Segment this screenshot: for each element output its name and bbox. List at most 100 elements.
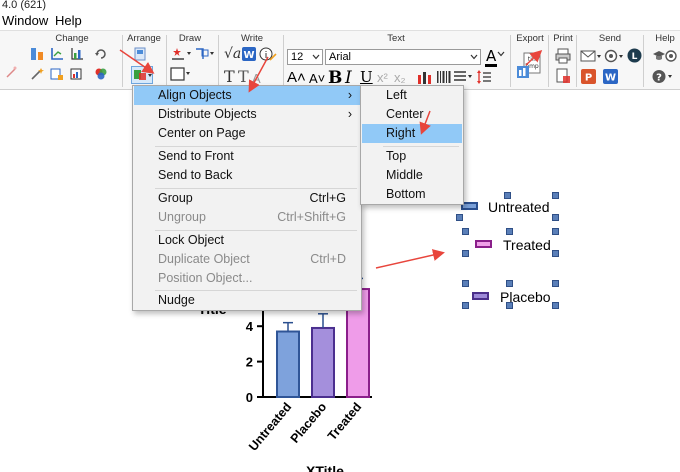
group-separator [283, 35, 284, 87]
line-spacing-icon[interactable] [476, 69, 496, 85]
submenu-arrow-icon: › [347, 107, 352, 121]
menu-item-ungroup[interactable]: Ungroup Ctrl+Shift+G [134, 208, 360, 227]
rotate-icon[interactable] [94, 47, 108, 61]
lab-notebook-icon[interactable]: L [627, 48, 642, 63]
group-label-arrange: Arrange [127, 33, 161, 44]
legend-swatch-treated [475, 240, 492, 248]
menu-item-lock-object[interactable]: Lock Object [134, 231, 360, 250]
chevron-down-icon [470, 54, 478, 60]
selection-handle[interactable] [462, 302, 469, 309]
menu-item-label: Left [386, 88, 407, 102]
text-special-icon[interactable] [417, 69, 435, 85]
selection-handle[interactable] [462, 280, 469, 287]
email-icon[interactable] [580, 49, 602, 63]
selection-handle[interactable] [552, 280, 559, 287]
submenu-item-left[interactable]: Left [362, 86, 462, 105]
font-size-select[interactable]: 12 [287, 49, 323, 65]
menu-window[interactable]: Window [2, 13, 48, 28]
barcode-icon[interactable] [436, 69, 452, 85]
menu-item-distribute-objects[interactable]: Distribute Objects › [134, 105, 360, 124]
menubar: Window Help [0, 12, 680, 30]
shrink-font-icon[interactable]: A˅ [309, 71, 325, 86]
submenu-item-bottom[interactable]: Bottom [362, 185, 462, 204]
group-label-text: Text [387, 33, 405, 44]
selection-handle[interactable] [552, 302, 559, 309]
title-bar: 4.0 (621) [0, 0, 680, 12]
word-icon[interactable]: W [242, 47, 256, 61]
selection-handle[interactable] [504, 192, 511, 199]
align-top-icon[interactable] [133, 47, 147, 61]
print-preview-icon[interactable] [555, 68, 571, 84]
word-export-icon[interactable]: W [603, 69, 618, 84]
submenu-item-right[interactable]: Right [362, 124, 462, 143]
sqrt-a-icon[interactable]: √a [224, 46, 241, 62]
chevron-down-icon[interactable] [497, 51, 505, 57]
menu-item-send-to-front[interactable]: Send to Front [134, 147, 360, 166]
text-rotate-icon[interactable]: T [238, 67, 249, 86]
arrange-objects-icon[interactable] [131, 66, 153, 84]
wand-icon[interactable] [30, 67, 44, 81]
group-label-export: Export [516, 33, 544, 44]
align-text-icon[interactable] [453, 69, 473, 85]
underline-icon[interactable]: U [360, 68, 373, 86]
menu-item-position-object[interactable]: Position Object... [134, 269, 360, 288]
menu-item-nudge[interactable]: Nudge [134, 291, 360, 310]
x-tick-label: Placebo [288, 400, 330, 446]
bar-axis-icon[interactable] [70, 47, 84, 61]
selection-handle[interactable] [456, 214, 463, 221]
submenu-item-middle[interactable]: Middle [362, 166, 462, 185]
export-tiff-icon[interactable]: tiffbmp [516, 51, 544, 81]
text-angle-icon[interactable]: A [252, 71, 261, 86]
selection-handle[interactable] [462, 228, 469, 235]
selection-handle[interactable] [552, 214, 559, 221]
submenu-item-center[interactable]: Center [362, 105, 462, 124]
svg-text:W: W [605, 73, 616, 84]
selection-handle[interactable] [506, 280, 513, 287]
font-family-select[interactable]: Arial [325, 49, 481, 65]
graduation-cap-icon[interactable] [652, 49, 678, 63]
selection-handle[interactable] [506, 228, 513, 235]
legend-swatch-placebo [472, 292, 489, 300]
legend-selection[interactable]: Untreated Treated Placebo [456, 192, 566, 310]
draw-rectangle-icon[interactable] [170, 67, 192, 81]
menu-item-duplicate-object[interactable]: Duplicate Object Ctrl+D [134, 250, 360, 269]
grow-font-icon[interactable]: A˄ [287, 69, 306, 86]
group-label-write: Write [241, 33, 263, 44]
chart-style-icon[interactable] [70, 67, 84, 81]
reorder-icon[interactable] [30, 47, 44, 61]
x-axis-title: XTitle [306, 463, 344, 472]
menu-item-align-objects[interactable]: Align Objects › [134, 86, 360, 105]
menu-item-label: Middle [386, 168, 423, 182]
group-separator [510, 35, 511, 87]
group-label-help: Help [655, 33, 675, 44]
selection-handle[interactable] [552, 192, 559, 199]
subscript-icon[interactable]: x₂ [394, 70, 406, 85]
axis-icon[interactable] [50, 47, 64, 61]
selection-handle[interactable] [552, 228, 559, 235]
draw-arrow-icon[interactable] [172, 47, 192, 61]
print-icon[interactable] [555, 48, 571, 64]
font-size-value: 12 [291, 51, 304, 63]
submenu-item-top[interactable]: Top [362, 147, 462, 166]
menu-item-center-on-page[interactable]: Center on Page [134, 124, 360, 143]
selection-handle[interactable] [462, 250, 469, 257]
y-tick-label: 4 [246, 319, 254, 334]
menu-item-label: Align Objects [158, 88, 232, 102]
font-color-icon[interactable]: A [486, 47, 496, 65]
graph-edit-icon[interactable] [50, 67, 64, 81]
share-icon[interactable] [604, 49, 626, 63]
text-size-icon[interactable]: T [224, 67, 235, 86]
selection-handle[interactable] [552, 250, 559, 257]
powerpoint-icon[interactable]: P [581, 69, 596, 84]
menu-item-group[interactable]: Group Ctrl+G [134, 189, 360, 208]
info-edit-icon[interactable]: i [259, 47, 277, 61]
draw-line-icon[interactable] [195, 47, 215, 61]
superscript-icon[interactable]: x² [377, 70, 388, 85]
menu-help[interactable]: Help [55, 13, 82, 28]
color-scheme-icon[interactable] [94, 67, 108, 81]
menu-item-send-to-back[interactable]: Send to Back [134, 166, 360, 185]
help-icon[interactable]: ? [652, 69, 674, 84]
menu-item-label: Group [158, 191, 193, 205]
submenu-arrow-icon: › [347, 88, 352, 102]
y-tick-label: 0 [246, 390, 253, 405]
